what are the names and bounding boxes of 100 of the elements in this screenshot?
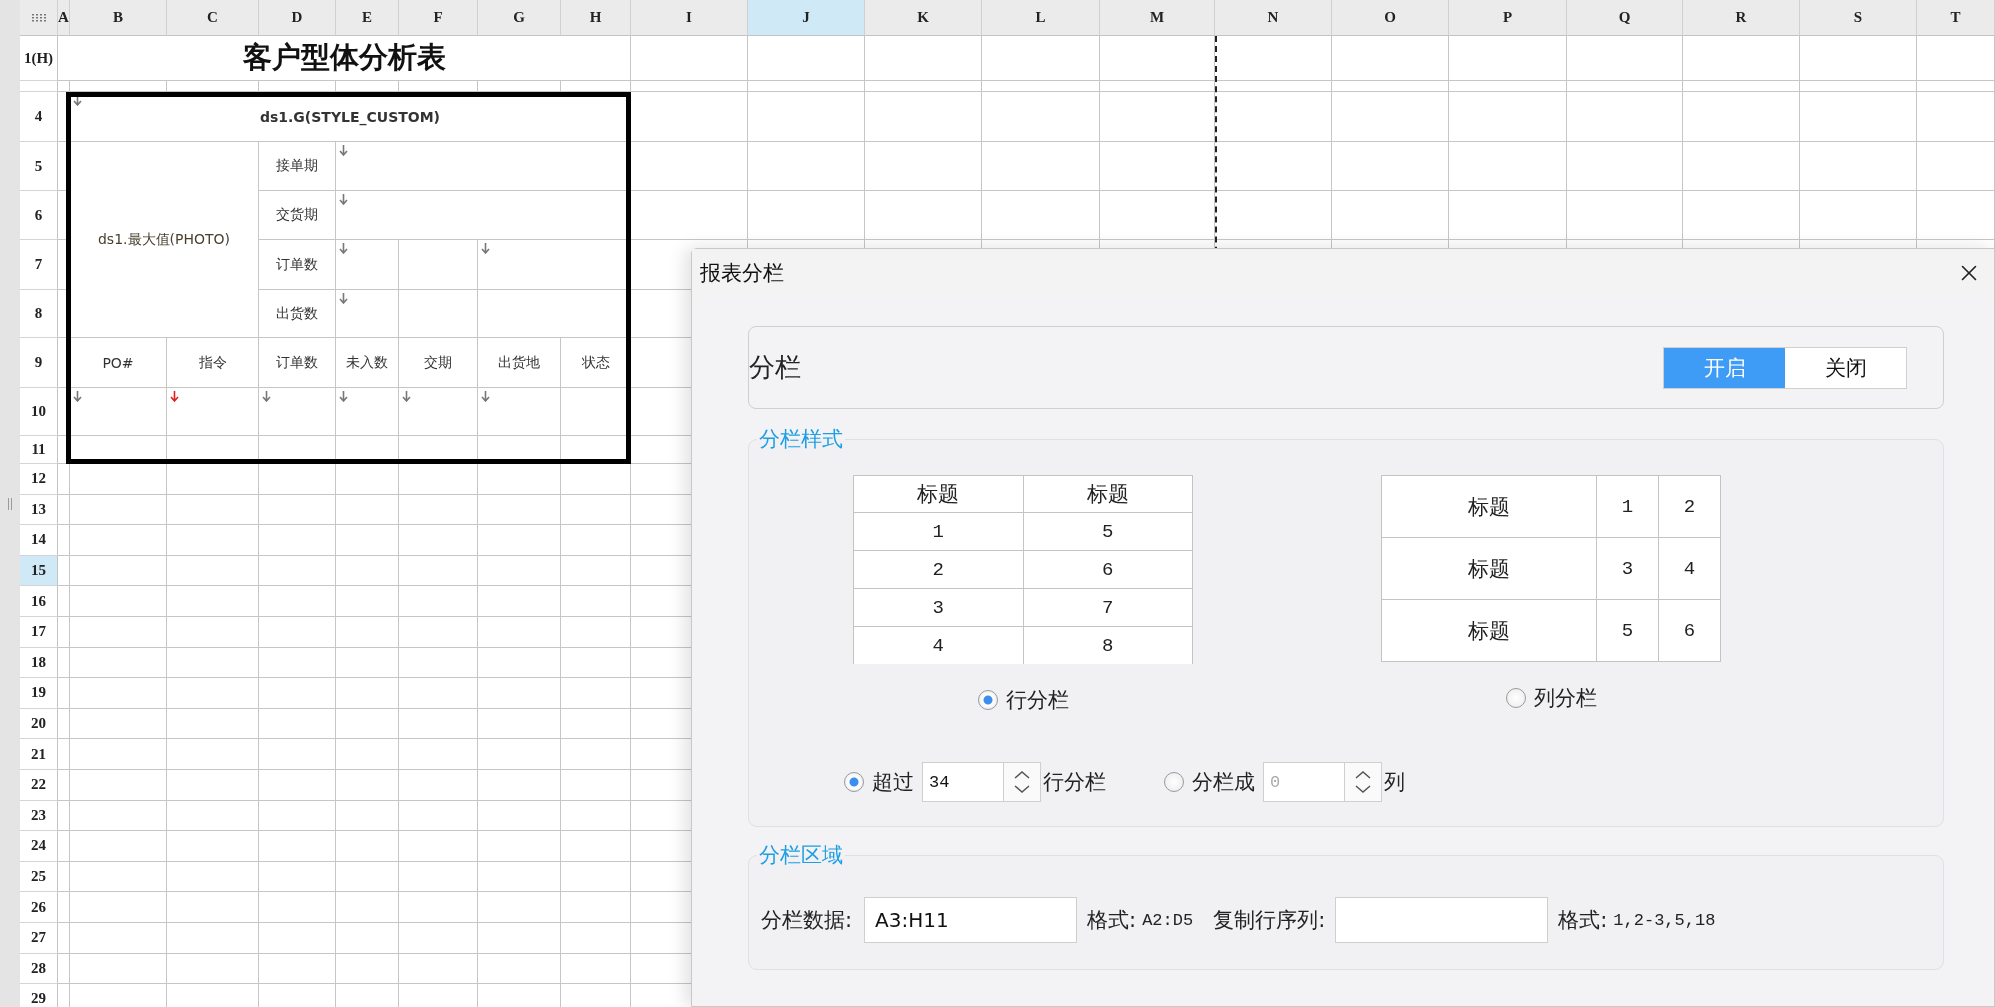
- table-cell: 1: [1596, 475, 1659, 538]
- table-cell: [336, 708, 399, 740]
- row-header[interactable]: 26: [20, 892, 58, 923]
- table-cell: [58, 616, 70, 648]
- down-arrow-icon: [339, 293, 348, 304]
- row-header[interactable]: 13: [20, 494, 58, 526]
- radio-icon[interactable]: [1505, 688, 1526, 708]
- table-cell: [58, 678, 70, 709]
- spinner-button[interactable]: [1345, 762, 1382, 802]
- column-header[interactable]: A: [58, 0, 70, 36]
- row-header[interactable]: 20: [20, 708, 58, 740]
- table-cell: [336, 586, 399, 617]
- up-down-chevron-icon: [1353, 768, 1373, 796]
- row-header[interactable]: 16: [20, 586, 58, 617]
- radio-option[interactable]: 行分栏: [977, 686, 1069, 714]
- row-header[interactable]: 10: [20, 388, 58, 436]
- down-arrow-icon: [339, 391, 348, 402]
- down-arrow-icon: [339, 243, 348, 254]
- column-header[interactable]: C: [167, 0, 259, 36]
- column-header[interactable]: G: [478, 0, 561, 36]
- column-header[interactable]: F: [399, 0, 478, 36]
- down-arrow-icon: [170, 391, 179, 402]
- section-title: 分栏样式: [758, 426, 844, 453]
- row-header[interactable]: 8: [20, 290, 58, 338]
- row-header[interactable]: 28: [20, 953, 58, 985]
- radio-icon[interactable]: [844, 772, 864, 792]
- spinner-button[interactable]: [1004, 762, 1041, 802]
- table-cell: 出货数: [276, 304, 318, 323]
- row-header[interactable]: 14: [20, 525, 58, 556]
- down-arrow-icon: [402, 391, 411, 402]
- column-header[interactable]: O: [1332, 0, 1449, 36]
- column-header: 未入数: [346, 353, 388, 372]
- down-arrow-icon: [339, 194, 348, 205]
- report-title: 客户型体分析表: [242, 39, 446, 76]
- row-header[interactable]: 11: [20, 436, 58, 464]
- radio-label: 超过: [872, 769, 914, 796]
- column-header[interactable]: S: [1800, 0, 1917, 36]
- row-header[interactable]: 23: [20, 800, 58, 832]
- radio-label: 列分栏: [1533, 685, 1597, 712]
- column-header: 指令: [198, 353, 227, 372]
- table-cell: [58, 708, 70, 740]
- radio-option[interactable]: 列分栏: [1505, 684, 1597, 712]
- row-header[interactable]: 24: [20, 831, 58, 862]
- table-cell: 4: [853, 626, 1023, 664]
- row-header[interactable]: 1(H): [20, 36, 58, 81]
- row-header[interactable]: 18: [20, 647, 58, 679]
- column-header[interactable]: M: [1100, 0, 1215, 36]
- row-header: [20, 81, 58, 92]
- down-arrow-icon: [481, 243, 490, 254]
- row-header[interactable]: 7: [20, 240, 58, 290]
- column-header[interactable]: E: [336, 0, 399, 36]
- column-header[interactable]: L: [982, 0, 1100, 36]
- input-field[interactable]: [1335, 897, 1549, 943]
- row-header[interactable]: 19: [20, 678, 58, 709]
- column-header[interactable]: B: [70, 0, 167, 36]
- column-header[interactable]: H: [561, 0, 631, 36]
- field-label: 复制行序列:: [1213, 907, 1326, 934]
- down-arrow-icon: [73, 391, 82, 402]
- row-header[interactable]: 27: [20, 922, 58, 954]
- down-arrow-icon: [339, 145, 348, 156]
- row-header[interactable]: 12: [20, 464, 58, 495]
- number-field[interactable]: 34: [922, 762, 1004, 802]
- column-header[interactable]: N: [1215, 0, 1332, 36]
- row-header[interactable]: 21: [20, 739, 58, 770]
- table-cell: [336, 678, 399, 709]
- row-header[interactable]: 22: [20, 769, 58, 801]
- row-header[interactable]: 17: [20, 616, 58, 648]
- row-header[interactable]: 6: [20, 191, 58, 240]
- column-header[interactable]: K: [865, 0, 982, 36]
- table-cell: [336, 831, 399, 862]
- dialog-title: 报表分栏: [700, 260, 784, 287]
- field-text: ds1.G(STYLE_CUSTOM): [259, 108, 441, 125]
- column-header[interactable]: Q: [1567, 0, 1683, 36]
- column-header[interactable]: I: [631, 0, 748, 36]
- field-label: 分栏数据:: [761, 907, 853, 934]
- table-cell: [58, 769, 70, 801]
- table-cell: [336, 861, 399, 893]
- row-header[interactable]: 25: [20, 861, 58, 893]
- input-field[interactable]: A3:H11: [864, 897, 1078, 943]
- table-cell: 标题: [1381, 537, 1597, 600]
- drag-handle-icon[interactable]: [7, 497, 13, 510]
- column-header[interactable]: J: [748, 0, 865, 36]
- column-header[interactable]: T: [1917, 0, 1995, 36]
- row-header[interactable]: 15: [20, 555, 58, 587]
- table-cell: 标题: [1381, 599, 1597, 662]
- table-cell: [336, 494, 399, 526]
- grid-dots-icon: [30, 12, 47, 23]
- radio-icon[interactable]: [977, 690, 998, 710]
- row-header[interactable]: 5: [20, 142, 58, 191]
- field-text: ds1.最大值(PHOTO): [98, 230, 230, 249]
- table-cell: [58, 831, 70, 862]
- column-header[interactable]: P: [1449, 0, 1567, 36]
- row-header[interactable]: 9: [20, 338, 58, 388]
- column-header[interactable]: R: [1683, 0, 1800, 36]
- table-cell: [58, 739, 70, 770]
- row-header[interactable]: 4: [20, 92, 58, 142]
- table-cell: 接单期: [276, 157, 318, 175]
- table-cell: [336, 525, 399, 556]
- column-header[interactable]: D: [259, 0, 336, 36]
- format-label: 格式:: [1558, 907, 1608, 934]
